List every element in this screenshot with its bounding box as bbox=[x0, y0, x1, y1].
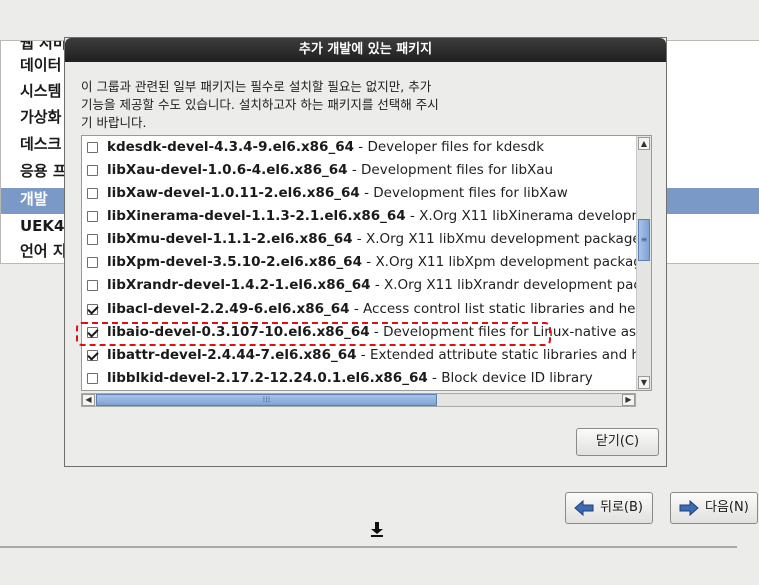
package-list-viewport: kdesdk-devel-4.3.4-9.el6.x86_64 - Develo… bbox=[82, 136, 637, 390]
package-name: libXau-devel-1.0.6-4.el6.x86_64 bbox=[107, 162, 348, 178]
category-item[interactable]: 데스크 bbox=[20, 131, 61, 157]
category-item[interactable]: 데이터 bbox=[20, 52, 61, 78]
package-desc: Block device ID library bbox=[441, 370, 593, 386]
vertical-scroll-thumb[interactable]: ≡ bbox=[638, 219, 650, 261]
package-row[interactable]: libXrandr-devel-1.4.2-1.el6.x86_64 - X.O… bbox=[82, 274, 637, 297]
vertical-scrollbar[interactable]: ▲ ≡ ▼ bbox=[636, 136, 651, 390]
package-checkbox[interactable] bbox=[87, 188, 98, 199]
package-desc: Developer files for kdesdk bbox=[367, 139, 545, 155]
next-label: 다음(N) bbox=[705, 500, 749, 515]
scroll-left-icon[interactable]: ◀ bbox=[82, 394, 95, 406]
category-item-selected[interactable]: 개발 bbox=[20, 186, 48, 212]
scroll-up-icon[interactable]: ▲ bbox=[638, 137, 650, 150]
category-item[interactable]: 가상화 bbox=[20, 104, 61, 130]
package-desc: X.Org X11 libXmu development package bbox=[365, 231, 637, 247]
arrow-right-icon bbox=[679, 499, 699, 517]
package-text: libXmu-devel-1.1.1-2.el6.x86_64 - X.Org … bbox=[107, 230, 637, 249]
package-text: libXpm-devel-3.5.10-2.el6.x86_64 - X.Org… bbox=[107, 253, 637, 272]
package-name: libattr-devel-2.4.44-7.el6.x86_64 bbox=[107, 347, 357, 363]
dialog-title: 추가 개발에 있는 패키지 bbox=[65, 38, 666, 62]
package-checkbox[interactable] bbox=[87, 304, 98, 315]
package-desc: Extended attribute static libraries and … bbox=[369, 347, 637, 363]
scroll-right-icon[interactable]: ▶ bbox=[622, 394, 635, 406]
package-text: kdesdk-devel-4.3.4-9.el6.x86_64 - Develo… bbox=[107, 139, 545, 155]
back-label: 뒤로(B) bbox=[600, 500, 643, 515]
package-text: libblkid-devel-2.17.2-12.24.0.1.el6.x86_… bbox=[107, 370, 593, 386]
close-button[interactable]: 닫기(C) bbox=[576, 428, 659, 456]
package-row[interactable]: libXaw-devel-1.0.11-2.el6.x86_64 - Devel… bbox=[82, 182, 637, 205]
category-item[interactable]: 언어 지 bbox=[20, 238, 67, 263]
package-checkbox[interactable] bbox=[87, 234, 98, 245]
package-text: libXinerama-devel-1.1.3-2.1.el6.x86_64 -… bbox=[107, 207, 637, 226]
package-name: libXrandr-devel-1.4.2-1.el6.x86_64 bbox=[107, 277, 371, 293]
package-checkbox[interactable] bbox=[87, 211, 98, 222]
package-desc: X.Org X11 libXrandr development package bbox=[384, 277, 637, 293]
package-text: libacl-devel-2.2.49-6.el6.x86_64 - Acces… bbox=[107, 300, 637, 319]
category-item[interactable]: UEK4 bbox=[20, 213, 65, 239]
package-desc: X.Org X11 libXinerama development packag… bbox=[419, 208, 637, 224]
package-name: kdesdk-devel-4.3.4-9.el6.x86_64 bbox=[107, 139, 354, 155]
package-desc: Access control list static libraries and… bbox=[363, 301, 637, 317]
package-text: libXau-devel-1.0.6-4.el6.x86_64 - Develo… bbox=[107, 162, 554, 178]
package-list[interactable]: kdesdk-devel-4.3.4-9.el6.x86_64 - Develo… bbox=[81, 135, 652, 391]
bottom-divider bbox=[0, 546, 737, 548]
package-row[interactable]: libblkid-devel-2.17.2-12.24.0.1.el6.x86_… bbox=[82, 367, 637, 390]
package-checkbox[interactable] bbox=[87, 142, 98, 153]
package-checkbox[interactable] bbox=[87, 280, 98, 291]
package-checkbox[interactable] bbox=[87, 373, 98, 384]
package-row[interactable]: libattr-devel-2.4.44-7.el6.x86_64 - Exte… bbox=[82, 344, 637, 367]
arrow-left-icon bbox=[574, 499, 594, 517]
package-checkbox[interactable] bbox=[87, 165, 98, 176]
package-desc: Development files for libXau bbox=[361, 162, 554, 178]
package-name: libXaw-devel-1.0.11-2.el6.x86_64 bbox=[107, 185, 360, 201]
package-name: libXinerama-devel-1.1.3-2.1.el6.x86_64 bbox=[107, 208, 406, 224]
package-checkbox[interactable] bbox=[87, 350, 98, 361]
package-desc: X.Org X11 libXpm development package bbox=[375, 254, 637, 270]
package-row[interactable]: libXpm-devel-3.5.10-2.el6.x86_64 - X.Org… bbox=[82, 251, 637, 274]
package-name: libacl-devel-2.2.49-6.el6.x86_64 bbox=[107, 301, 350, 317]
next-button[interactable]: 다음(N) bbox=[670, 492, 758, 524]
package-name: libXpm-devel-3.5.10-2.el6.x86_64 bbox=[107, 254, 362, 270]
packages-dialog: 추가 개발에 있는 패키지 이 그룹과 관련된 일부 패키지는 필수로 설치할 … bbox=[64, 37, 667, 467]
horizontal-scroll-thumb[interactable]: ⁞⁞⁞ bbox=[96, 394, 437, 406]
package-row[interactable]: libXinerama-devel-1.1.3-2.1.el6.x86_64 -… bbox=[82, 205, 637, 228]
back-button[interactable]: 뒤로(B) bbox=[565, 492, 653, 524]
package-row[interactable]: kdesdk-devel-4.3.4-9.el6.x86_64 - Develo… bbox=[82, 136, 637, 159]
category-item[interactable]: 응용 프 bbox=[20, 158, 67, 184]
scroll-down-icon[interactable]: ▼ bbox=[638, 376, 650, 389]
package-name: libXmu-devel-1.1.1-2.el6.x86_64 bbox=[107, 231, 353, 247]
dialog-description: 이 그룹과 관련된 일부 패키지는 필수로 설치할 필요는 없지만, 추가 기능… bbox=[81, 79, 439, 130]
package-row[interactable]: libacl-devel-2.2.49-6.el6.x86_64 - Acces… bbox=[82, 298, 637, 321]
package-text: libXaw-devel-1.0.11-2.el6.x86_64 - Devel… bbox=[107, 185, 568, 201]
package-text: libXrandr-devel-1.4.2-1.el6.x86_64 - X.O… bbox=[107, 276, 637, 295]
package-text: libattr-devel-2.4.44-7.el6.x86_64 - Exte… bbox=[107, 346, 637, 365]
top-strip bbox=[0, 0, 759, 40]
cursor-icon bbox=[371, 522, 383, 537]
highlight-annotation bbox=[76, 322, 551, 346]
horizontal-scrollbar[interactable]: ◀ ⁞⁞⁞ ▶ bbox=[81, 393, 636, 407]
package-row[interactable]: libXau-devel-1.0.6-4.el6.x86_64 - Develo… bbox=[82, 159, 637, 182]
package-name: libblkid-devel-2.17.2-12.24.0.1.el6.x86_… bbox=[107, 370, 428, 386]
package-checkbox[interactable] bbox=[87, 257, 98, 268]
package-desc: Development files for libXaw bbox=[373, 185, 568, 201]
package-row[interactable]: libXmu-devel-1.1.1-2.el6.x86_64 - X.Org … bbox=[82, 228, 637, 251]
category-item[interactable]: 시스템 bbox=[20, 78, 61, 104]
